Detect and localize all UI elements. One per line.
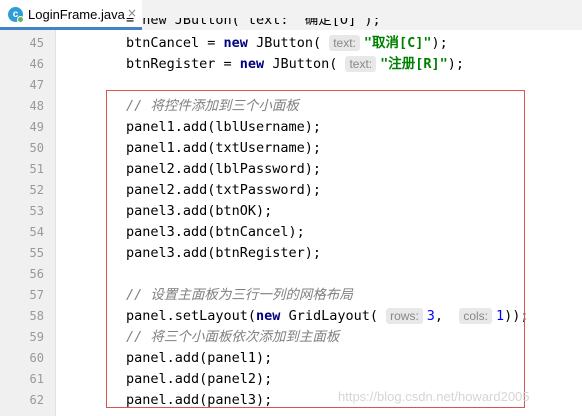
line-number: 56 <box>29 267 44 281</box>
line-number: 52 <box>29 183 44 197</box>
watermark: https://blog.csdn.net/howard2005 <box>338 389 530 404</box>
parameter-hint: text: <box>329 35 360 51</box>
line-number: 60 <box>29 351 44 365</box>
parameter-hint: text: <box>345 56 377 72</box>
line-number: 59 <box>29 330 44 344</box>
code-line[interactable]: btnRegister = new JButton( text: "注册[R]")… <box>126 54 576 75</box>
line-number: 58 <box>29 309 44 323</box>
line-number: 45 <box>29 36 44 50</box>
tab-title: LoginFrame.java <box>28 7 125 22</box>
code-token: new <box>223 35 248 51</box>
partial-code-text: = new JButton( text: "确定[O]"); <box>126 18 381 28</box>
line-number: 49 <box>29 120 44 134</box>
code-token: ); <box>447 56 465 72</box>
line-number: 46 <box>29 57 44 71</box>
line-number: 55 <box>29 246 44 260</box>
highlight-box <box>106 90 525 408</box>
code-token: btnRegister = <box>126 56 240 72</box>
runnable-badge-icon <box>17 16 24 23</box>
line-number: 57 <box>29 288 44 302</box>
line-number: 47 <box>29 78 44 92</box>
code-token: JButton( <box>264 56 346 72</box>
line-number: 62 <box>29 393 44 407</box>
line-number: 54 <box>29 225 44 239</box>
code-token: btnCancel = <box>126 35 224 51</box>
line-number: 53 <box>29 204 44 218</box>
line-numbers: 45 46 47 48 49 50 51 52 53 54 55 56 57 58 59 60 61 62 <box>0 33 44 411</box>
line-number: 61 <box>29 372 44 386</box>
line-number: 50 <box>29 141 44 155</box>
code-line[interactable]: btnCancel = new JButton( text: "取消[C]"); <box>126 33 576 54</box>
java-class-icon: c <box>8 7 24 23</box>
code-token: "取消[C]" <box>363 35 432 51</box>
line-number: 48 <box>29 99 44 113</box>
code-token: "注册[R]" <box>380 56 448 72</box>
code-token: new <box>239 56 265 72</box>
code-token: ); <box>431 35 448 51</box>
code-token: JButton( <box>247 35 330 51</box>
line-number: 51 <box>29 162 44 176</box>
partially-visible-line: = new JButton( text: "确定[O]"); <box>120 18 420 30</box>
